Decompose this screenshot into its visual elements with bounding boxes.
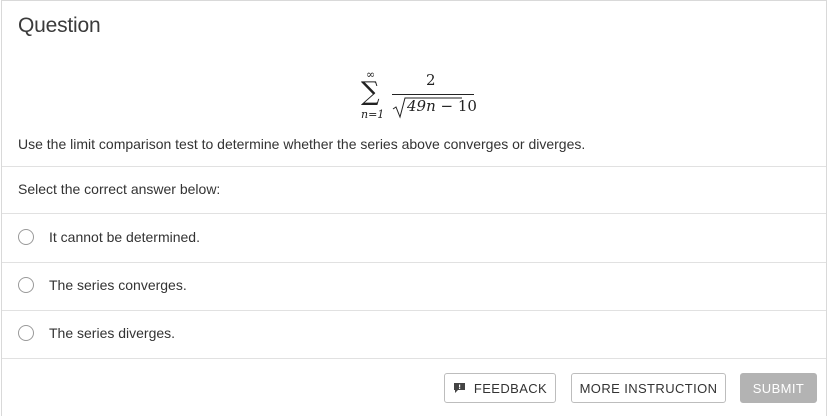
answer-instructions: Select the correct answer below:	[18, 181, 221, 197]
answer-option-cannot-determine[interactable]: It cannot be determined.	[2, 214, 826, 261]
feedback-label: FEEDBACK	[473, 380, 548, 396]
answer-option-diverges[interactable]: The series diverges.	[2, 310, 826, 357]
radio-button[interactable]	[18, 277, 34, 293]
radio-button[interactable]	[18, 229, 34, 245]
feedback-icon	[453, 382, 466, 394]
divider	[2, 358, 826, 359]
question-card: Question ∞ ∑ n=1 2 49n − 10 Use the limi…	[1, 0, 827, 416]
fraction-bar	[392, 94, 474, 95]
answer-option-label: The series converges.	[49, 277, 187, 293]
divider	[2, 166, 826, 167]
radio-button[interactable]	[18, 325, 34, 341]
question-title: Question	[18, 14, 101, 37]
sum-lower-limit: n=1	[361, 108, 385, 121]
fraction-numerator: 2	[426, 71, 436, 89]
feedback-button[interactable]: FEEDBACK	[444, 373, 556, 403]
sigma-symbol: ∑	[361, 77, 380, 107]
answer-option-label: It cannot be determined.	[49, 229, 200, 245]
more-instruction-label: MORE INSTRUCTION	[579, 380, 718, 396]
more-instruction-button[interactable]: MORE INSTRUCTION	[571, 373, 726, 403]
question-prompt: Use the limit comparison test to determi…	[18, 136, 586, 152]
series-formula: ∞ ∑ n=1 2 49n − 10	[359, 69, 479, 125]
denominator-variable: 49n	[407, 97, 436, 115]
submit-button[interactable]: SUBMIT	[740, 373, 817, 403]
fraction-denominator: 49n − 10	[407, 99, 477, 114]
denominator-constant: − 10	[435, 97, 477, 115]
answer-option-converges[interactable]: The series converges.	[2, 262, 826, 309]
submit-label: SUBMIT	[752, 380, 805, 396]
answer-option-label: The series diverges.	[49, 325, 176, 341]
